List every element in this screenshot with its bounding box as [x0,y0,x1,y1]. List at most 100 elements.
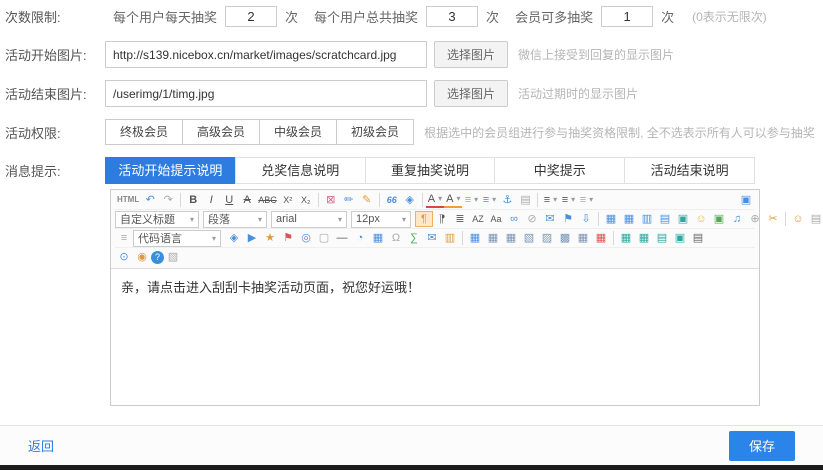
italic-icon[interactable]: I [202,192,220,208]
start-image-pick-button[interactable]: 选择图片 [434,41,508,68]
insert-row-icon[interactable]: ▦ [484,230,502,246]
underline-icon[interactable]: U [220,192,238,208]
ordered-list-icon[interactable]: ≡▾ [462,192,480,208]
print-icon[interactable]: ▤ [689,230,707,246]
message-tab-5[interactable]: 活动结束说明 [624,157,755,184]
table-sort-icon[interactable]: ▦ [617,230,635,246]
grid-layout-icon[interactable]: ▥ [638,211,656,227]
delete-table-icon[interactable]: ▦ [592,230,610,246]
paragraph-mark-icon[interactable]: ≣ [451,211,469,227]
per-day-draws-input[interactable] [225,6,277,27]
end-image-pick-button[interactable]: 选择图片 [434,80,508,107]
total-draws-input[interactable] [426,6,478,27]
snippet-icon[interactable]: ≡ [115,230,133,246]
print-preview-icon[interactable]: ▤ [807,211,823,227]
video-icon[interactable]: ▶ [243,230,261,246]
redo-icon[interactable]: ↷ [159,192,177,208]
flash-icon[interactable]: ★ [261,230,279,246]
link-icon[interactable]: ∞ [505,211,523,227]
help-icon[interactable]: ? [151,251,164,264]
inline-code-icon[interactable]: ◈ [401,192,419,208]
email-icon[interactable]: ✉ [541,211,559,227]
baidu-map-icon[interactable]: ◎ [297,230,315,246]
table-insert-icon[interactable]: ▦ [466,230,484,246]
search-icon[interactable]: ⊙ [115,250,133,266]
clock-icon[interactable]: ◔ [351,230,369,246]
music-icon[interactable]: ♫ [728,211,746,227]
align-center-icon[interactable]: ≡▾ [559,192,577,208]
table-background-icon[interactable]: ▦ [635,230,653,246]
superscript-icon[interactable]: X² [279,192,297,208]
insert-table-icon[interactable]: ▦ [620,211,638,227]
source-code-icon[interactable]: HTML [115,192,141,208]
subscript-icon[interactable]: X₂ [297,192,315,208]
chart-icon[interactable]: ▥ [441,230,459,246]
bookmark-icon[interactable]: ⚑ [559,211,577,227]
background-color-icon[interactable]: A▾ [444,192,462,208]
permission-option-2[interactable]: 高级会员 [182,119,260,145]
spellcheck-icon[interactable]: AZ [469,211,487,227]
delete-row-icon[interactable]: ▧ [520,230,538,246]
envelope-icon[interactable]: ✉ [423,230,441,246]
permission-option-3[interactable]: 中级会员 [259,119,337,145]
panel-icon[interactable]: ▤ [656,211,674,227]
download-icon[interactable]: ⇩ [577,211,595,227]
emotion-icon[interactable]: ☺ [692,211,710,227]
date-icon[interactable]: ▦ [369,230,387,246]
message-tab-3[interactable]: 重复抽奖说明 [365,157,496,184]
emoji-icon[interactable]: ☺ [789,211,807,227]
permission-option-1[interactable]: 终极会员 [105,119,183,145]
eraser-icon[interactable]: ⊠ [322,192,340,208]
start-image-input[interactable] [105,41,427,68]
size-select[interactable]: 12px▾ [351,211,411,228]
case-switch-icon[interactable]: Aa [487,211,505,227]
unordered-list-icon[interactable]: ≡▾ [480,192,498,208]
word-paste-icon[interactable]: ▦ [602,211,620,227]
dir-ltr-icon[interactable]: ¶ [415,211,433,227]
editor-content[interactable]: 亲，请点击进入刮刮卡抽奖活动页面，祝您好运哦！ [111,269,759,405]
merge-cells-icon[interactable]: ▩ [556,230,574,246]
font-select[interactable]: arial▾ [271,211,347,228]
special-char-icon[interactable]: Ω [387,230,405,246]
find-replace-icon[interactable]: ◉ [133,250,151,266]
dir-rtl-icon[interactable]: ¶ [433,211,451,227]
member-extra-draws-input[interactable] [601,6,653,27]
end-image-input[interactable] [105,80,427,107]
split-cell-icon[interactable]: ▦ [574,230,592,246]
bold-icon[interactable]: B [184,192,202,208]
message-tab-1[interactable]: 活动开始提示说明 [105,157,236,184]
attachment-icon[interactable]: ⊕ [746,211,764,227]
screenshot-icon[interactable]: ✂ [764,211,782,227]
table-border-icon[interactable]: ▣ [671,230,689,246]
permission-option-4[interactable]: 初级会员 [336,119,414,145]
map-icon[interactable]: ⚑ [279,230,297,246]
image-icon[interactable]: ▣ [710,211,728,227]
template-icon[interactable]: ▣ [674,211,692,227]
save-button[interactable]: 保存 [729,431,795,461]
message-tab-4[interactable]: 中奖提示 [494,157,625,184]
highlighter-icon[interactable]: ✎ [358,192,376,208]
paragraph-spacing-icon[interactable]: ≡▾ [577,192,595,208]
undo-icon[interactable]: ↶ [141,192,159,208]
insert-col-icon[interactable]: ▦ [502,230,520,246]
new-page-icon[interactable]: ▤ [516,192,534,208]
paste-icon[interactable]: ▧ [164,250,182,266]
unlink-icon[interactable]: ⊘ [523,211,541,227]
iframe-icon[interactable]: ▢ [315,230,333,246]
style-select[interactable]: 自定义标题▾ [115,211,199,228]
format-painter-icon[interactable]: ✏ [340,192,358,208]
back-link[interactable]: 返回 [28,436,54,455]
horizontal-rule-icon[interactable]: — [333,230,351,246]
formula-icon[interactable]: ∑ [405,230,423,246]
paragraph-select[interactable]: 段落▾ [203,211,267,228]
blockquote-icon[interactable]: 66 [383,192,401,208]
table-title-icon[interactable]: ▤ [653,230,671,246]
clear-format-icon[interactable]: ABC [256,192,279,208]
code-language-select[interactable]: 代码语言▾ [133,230,221,247]
anchor-icon[interactable]: ⚓ [498,192,516,208]
delete-col-icon[interactable]: ▨ [538,230,556,246]
insert-code-icon[interactable]: ◈ [225,230,243,246]
fullscreen-icon[interactable]: ▣ [737,192,755,208]
message-tab-2[interactable]: 兑奖信息说明 [235,157,366,184]
align-left-icon[interactable]: ≡▾ [541,192,559,208]
